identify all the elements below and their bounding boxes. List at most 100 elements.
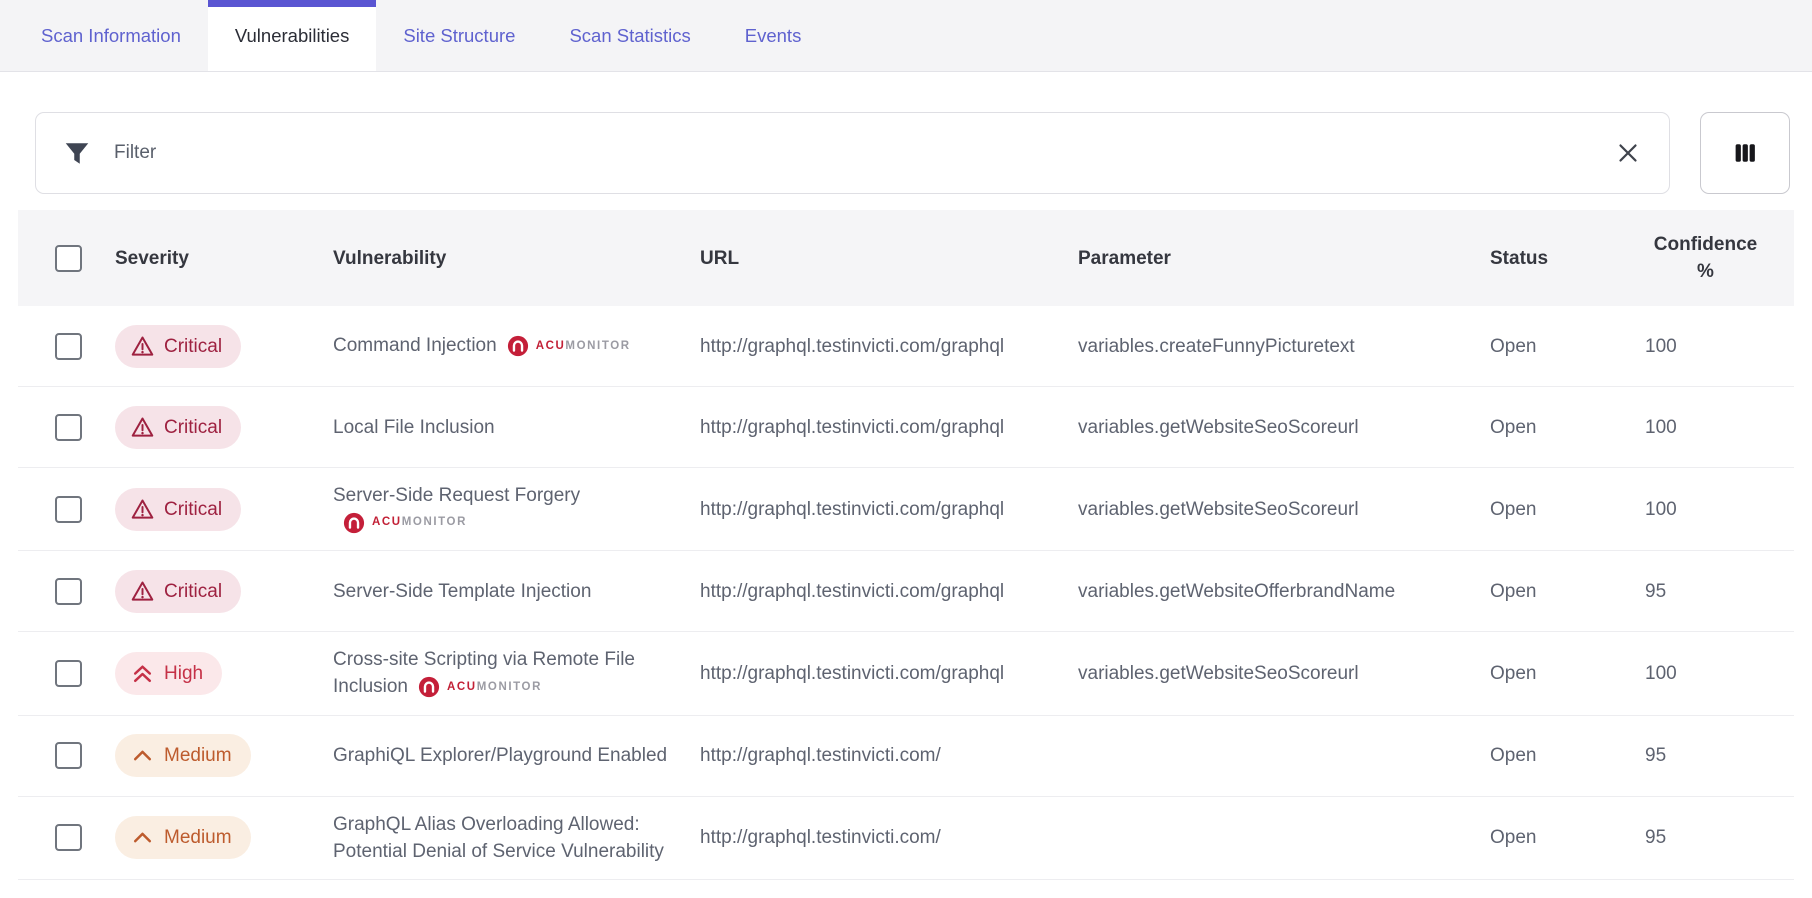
severity-label: Critical [164,335,223,357]
vulnerability-status: Open [1490,416,1537,438]
acumonitor-badge: ACUMONITOR [418,674,542,701]
table-row[interactable]: High Cross-site Scripting via Remote Fil… [18,632,1794,716]
filter-funnel-icon [65,143,89,164]
tab[interactable]: Site Structure [376,0,542,71]
vulnerability-url[interactable]: http://graphql.testinvicti.com/graphql [700,482,1078,537]
column-header-vulnerability[interactable]: Vulnerability [333,231,700,286]
row-checkbox[interactable] [55,742,82,770]
vulnerability-status: Open [1490,827,1537,849]
table-row[interactable]: Medium GraphQL Alias Overloading Allowed… [18,796,1794,880]
vulnerabilities-table: Severity Vulnerability URL Parameter Sta… [18,210,1794,880]
vulnerability-url[interactable]: http://graphql.testinvicti.com/ [700,810,1078,865]
tab[interactable]: Events [718,0,829,71]
vulnerability-status: Open [1490,580,1537,602]
table-header-row: Severity Vulnerability URL Parameter Sta… [18,210,1794,306]
row-checkbox[interactable] [55,332,82,360]
severity-label: Critical [164,416,223,438]
severity-badge: Critical [115,405,242,449]
chevron-up-icon [133,833,152,843]
vulnerability-parameter: variables.createFunnyPicturetext [1078,335,1355,357]
acumonitor-badge: ACUMONITOR [507,333,631,360]
tab-label: Scan Information [41,24,181,46]
severity-badge: Critical [115,487,242,531]
tab[interactable]: Scan Statistics [542,0,717,71]
tab-label: Events [744,24,802,46]
columns-toggle-button[interactable] [1700,112,1790,194]
vulnerability-url[interactable]: http://graphql.testinvicti.com/graphql [700,646,1078,701]
column-header-confidence[interactable]: Confidence % [1645,217,1794,299]
double-chevron-up-icon [133,665,152,683]
vulnerability-confidence: 100 [1645,663,1677,685]
vulnerability-name[interactable]: Server-Side Request Forgery [333,485,580,506]
severity-label: Medium [164,745,232,767]
vulnerability-url[interactable]: http://graphql.testinvicti.com/graphql [700,564,1078,619]
vulnerability-status: Open [1490,663,1537,685]
severity-badge: Medium [115,816,251,860]
vulnerability-status: Open [1490,335,1537,357]
table-row[interactable]: Critical Server-Side Request Forgery ACU… [18,468,1794,552]
tab-label: Vulnerabilities [234,24,350,46]
row-checkbox[interactable] [55,413,82,441]
vulnerability-confidence: 100 [1645,498,1677,520]
vulnerability-parameter: variables.getWebsiteSeoScoreurl [1078,663,1359,685]
table-body: Critical Command Injection ACUMONITOR ht… [18,306,1794,880]
vulnerability-parameter: variables.getWebsiteSeoScoreurl [1078,498,1359,520]
column-header-url[interactable]: URL [700,231,1078,286]
severity-label: High [164,663,204,685]
vulnerability-url[interactable]: http://graphql.testinvicti.com/graphql [700,319,1078,374]
filter-toolbar [35,112,1790,194]
columns-icon [1735,144,1755,162]
vulnerability-name[interactable]: GraphQL Alias Overloading Allowed: Poten… [333,814,664,862]
vulnerability-name[interactable]: Server-Side Template Injection [333,581,591,602]
filter-box [35,112,1670,194]
row-checkbox[interactable] [55,577,82,605]
column-header-status[interactable]: Status [1490,231,1645,286]
vulnerability-confidence: 95 [1645,745,1667,767]
row-checkbox[interactable] [55,660,82,688]
vulnerability-confidence: 95 [1645,827,1667,849]
tab[interactable]: Scan Information [14,0,208,71]
vulnerability-url[interactable]: http://graphql.testinvicti.com/graphql [700,400,1078,455]
table-row[interactable]: Medium GraphiQL Explorer/Playground Enab… [18,715,1794,797]
vulnerability-name[interactable]: Command Injection [333,335,497,356]
acumonitor-badge: ACUMONITOR [343,509,467,536]
table-row[interactable]: Critical Server-Side Template Injection … [18,551,1794,633]
vulnerability-name[interactable]: GraphiQL Explorer/Playground Enabled [333,745,667,766]
table-row[interactable]: Critical Local File Inclusion http://gra… [18,387,1794,468]
acumonitor-logo-icon [343,512,365,534]
severity-badge: Critical [115,324,242,368]
severity-badge: High [115,652,223,696]
severity-label: Medium [164,827,232,849]
severity-label: Critical [164,498,223,520]
vulnerability-name[interactable]: Local File Inclusion [333,417,495,438]
table-row[interactable]: Critical Command Injection ACUMONITOR ht… [18,306,1794,387]
acumonitor-logo-icon [507,336,528,357]
tab-label: Scan Statistics [569,24,691,46]
column-header-parameter[interactable]: Parameter [1078,231,1490,286]
vulnerability-parameter: variables.getWebsiteOfferbrandName [1078,580,1396,602]
warning-triangle-icon [131,417,154,437]
severity-badge: Medium [115,734,251,778]
vulnerability-status: Open [1490,745,1537,767]
select-all-checkbox[interactable] [55,244,82,272]
chevron-up-icon [133,751,152,761]
vulnerability-parameter: variables.getWebsiteSeoScoreurl [1078,416,1359,438]
vulnerability-status: Open [1490,498,1537,520]
severity-label: Critical [164,580,223,602]
tab-bar: Scan Information Vulnerabilities Site St… [0,0,1812,72]
severity-badge: Critical [115,569,242,613]
vulnerability-confidence: 100 [1645,335,1677,357]
filter-input[interactable] [114,142,1613,164]
vulnerability-confidence: 95 [1645,580,1667,602]
vulnerability-parameter [1078,824,1490,852]
clear-filter-icon[interactable] [1613,138,1643,168]
tab[interactable]: Vulnerabilities [207,0,377,71]
column-header-severity[interactable]: Severity [115,231,333,286]
row-checkbox[interactable] [55,495,82,523]
vulnerability-parameter [1078,742,1490,770]
warning-triangle-icon [131,581,154,601]
row-checkbox[interactable] [55,824,82,852]
tab-label: Site Structure [403,24,516,46]
vulnerability-confidence: 100 [1645,416,1677,438]
vulnerability-url[interactable]: http://graphql.testinvicti.com/ [700,728,1078,783]
